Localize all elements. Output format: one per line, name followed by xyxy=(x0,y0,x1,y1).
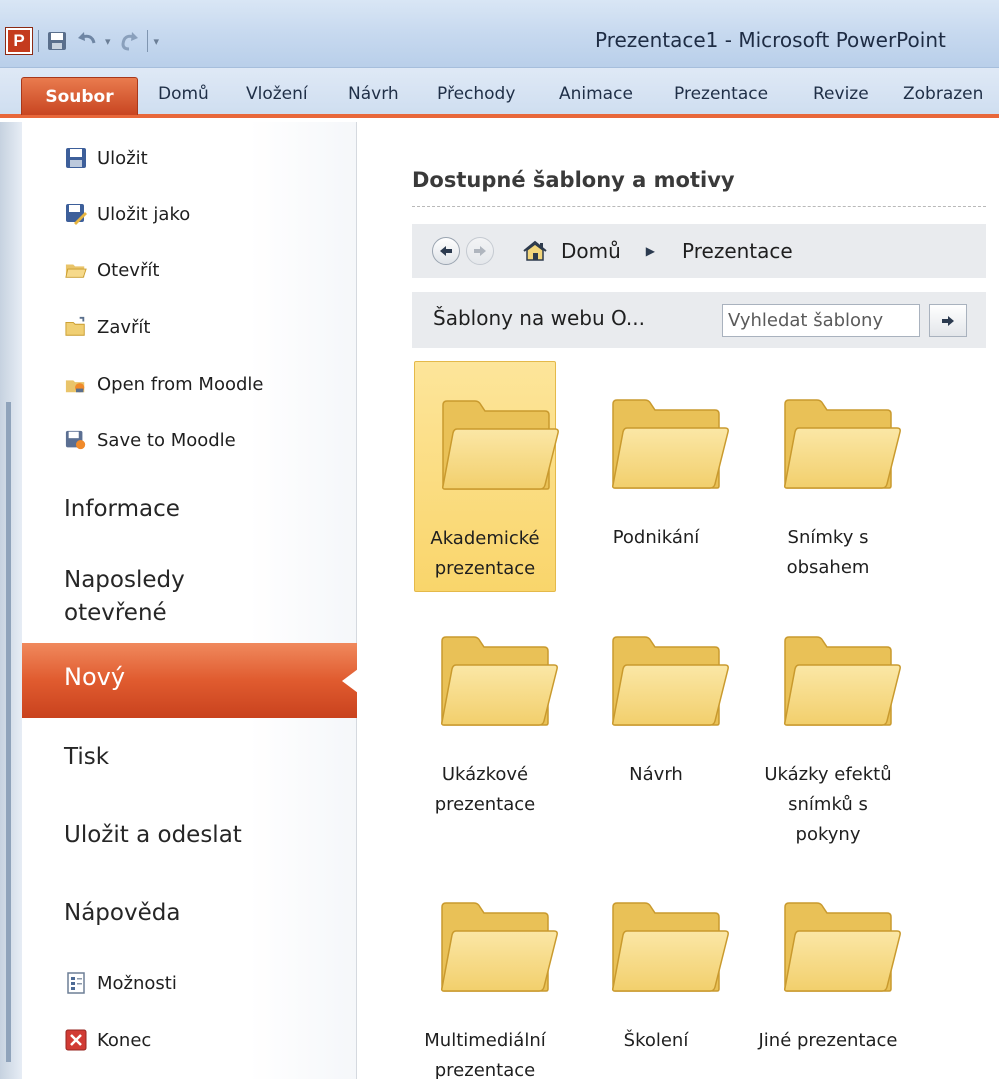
template-tile-label: Multimediální prezentace xyxy=(424,1030,546,1079)
tab-view[interactable]: Zobrazen xyxy=(903,84,983,104)
exit-icon xyxy=(65,1029,87,1051)
template-tile[interactable]: Ukázkové prezentace xyxy=(414,598,558,838)
nav-save-send[interactable]: Uložit a odeslat xyxy=(64,819,242,852)
undo-dropdown-icon[interactable]: ▾ xyxy=(105,35,111,48)
tab-home[interactable]: Domů xyxy=(158,84,209,104)
nav-open-from-moodle[interactable]: Open from Moodle xyxy=(65,366,263,402)
moodle-open-icon xyxy=(65,373,87,395)
nav-open[interactable]: Otevřít xyxy=(65,252,159,288)
save-as-icon xyxy=(65,203,87,225)
template-tile[interactable]: Multimediální prezentace xyxy=(414,864,558,1079)
nav-save-as-label: Uložit jako xyxy=(97,203,191,225)
tab-transitions[interactable]: Přechody xyxy=(437,84,515,104)
folder-icon xyxy=(611,901,729,993)
nav-save-to-moodle-label: Save to Moodle xyxy=(97,429,236,451)
customize-qat-icon[interactable]: ▾ xyxy=(154,35,160,48)
forward-arrow-icon[interactable] xyxy=(466,237,494,265)
folder-icon xyxy=(783,901,901,993)
open-folder-icon xyxy=(65,259,87,281)
nav-open-from-moodle-label: Open from Moodle xyxy=(97,373,264,395)
quick-access-toolbar: P ▾ ▾ xyxy=(6,26,159,56)
nav-save-to-moodle[interactable]: Save to Moodle xyxy=(65,422,236,458)
close-folder-icon xyxy=(65,316,87,338)
tab-slideshow[interactable]: Prezentace xyxy=(674,84,768,104)
template-tile-label: Podnikání xyxy=(612,527,700,548)
nav-recent[interactable]: Naposledy otevřené xyxy=(64,564,264,630)
tab-review[interactable]: Revize xyxy=(813,84,869,104)
moodle-save-icon xyxy=(65,429,87,451)
template-tile[interactable]: Snímky s obsahem xyxy=(757,361,901,601)
breadcrumb-bar: Domů ▶ Prezentace xyxy=(412,224,986,278)
nav-close[interactable]: Zavřít xyxy=(65,309,150,345)
save-icon[interactable] xyxy=(45,29,69,53)
arrow-right-icon xyxy=(942,315,954,326)
template-tile[interactable]: Podnikání xyxy=(585,361,729,601)
title-divider xyxy=(412,206,986,207)
folder-icon xyxy=(783,635,901,727)
nav-save[interactable]: Uložit xyxy=(65,140,148,176)
search-templates-input[interactable] xyxy=(722,304,920,337)
folder-icon xyxy=(441,399,559,491)
breadcrumb-current: Prezentace xyxy=(682,239,793,263)
folder-icon xyxy=(783,398,901,490)
template-tile-label: Ukázky efektů snímků s pokyny xyxy=(764,764,892,845)
window-title: Prezentace1 - Microsoft PowerPoint xyxy=(595,28,946,52)
template-tile[interactable]: Jiné prezentace xyxy=(757,864,901,1079)
nav-new-label: Nový xyxy=(64,663,126,691)
folder-icon xyxy=(440,635,558,727)
selection-notch xyxy=(342,669,358,693)
undo-icon[interactable] xyxy=(75,29,99,53)
nav-close-label: Zavřít xyxy=(97,316,151,338)
nav-print[interactable]: Tisk xyxy=(64,741,109,774)
search-go-button[interactable] xyxy=(929,304,967,337)
breadcrumb-chevron-icon: ▶ xyxy=(645,244,656,258)
template-tile-label: Ukázkové prezentace xyxy=(434,764,536,815)
folder-icon xyxy=(611,398,729,490)
tab-insert[interactable]: Vložení xyxy=(246,84,308,104)
back-arrow-icon[interactable] xyxy=(432,237,460,265)
template-tile[interactable]: Školení xyxy=(585,864,729,1079)
toolbar-separator xyxy=(38,30,39,52)
save-icon xyxy=(65,147,87,169)
powerpoint-app-icon[interactable]: P xyxy=(6,28,32,54)
template-tile[interactable]: Akademické prezentace xyxy=(414,361,559,592)
tab-design[interactable]: Návrh xyxy=(348,84,399,104)
nav-help[interactable]: Nápověda xyxy=(64,897,180,930)
nav-save-as[interactable]: Uložit jako xyxy=(65,196,190,232)
template-tile[interactable]: Ukázky efektů snímků s pokyny xyxy=(757,598,901,845)
tab-animations[interactable]: Animace xyxy=(559,84,633,104)
template-tile-label: Školení xyxy=(623,1030,689,1051)
nav-exit[interactable]: Konec xyxy=(65,1022,151,1058)
nav-new[interactable]: Nový xyxy=(22,643,358,718)
breadcrumb-home[interactable]: Domů xyxy=(561,239,621,263)
title-bar: P ▾ ▾ Prezentace1 - Microsoft PowerPoint xyxy=(0,0,999,68)
nav-edge xyxy=(0,122,22,1079)
nav-options[interactable]: Možnosti xyxy=(65,965,177,1001)
nav-options-label: Možnosti xyxy=(97,972,177,994)
nav-save-label: Uložit xyxy=(97,147,148,169)
toolbar-separator xyxy=(146,30,148,52)
options-icon xyxy=(65,972,87,994)
folder-icon xyxy=(611,635,729,727)
nav-exit-label: Konec xyxy=(97,1029,152,1051)
template-tile-label: Jiné prezentace xyxy=(758,1030,898,1051)
template-tile-label: Akademické prezentace xyxy=(430,528,540,579)
template-tile-label: Snímky s obsahem xyxy=(786,527,870,578)
template-tile[interactable]: Návrh xyxy=(585,598,729,838)
folder-icon xyxy=(440,901,558,993)
page-title: Dostupné šablony a motivy xyxy=(412,168,735,192)
template-tile-label: Návrh xyxy=(629,764,683,785)
redo-icon[interactable] xyxy=(117,29,141,53)
nav-open-label: Otevřít xyxy=(97,259,160,281)
nav-info[interactable]: Informace xyxy=(64,493,180,526)
home-icon[interactable] xyxy=(522,240,548,262)
ribbon-tabs: Soubor Domů Vložení Návrh Přechody Anima… xyxy=(0,68,999,118)
template-search-bar: Šablony na webu O... xyxy=(412,292,986,348)
online-templates-label: Šablony na webu O... xyxy=(433,306,645,330)
tab-file[interactable]: Soubor xyxy=(21,77,138,115)
